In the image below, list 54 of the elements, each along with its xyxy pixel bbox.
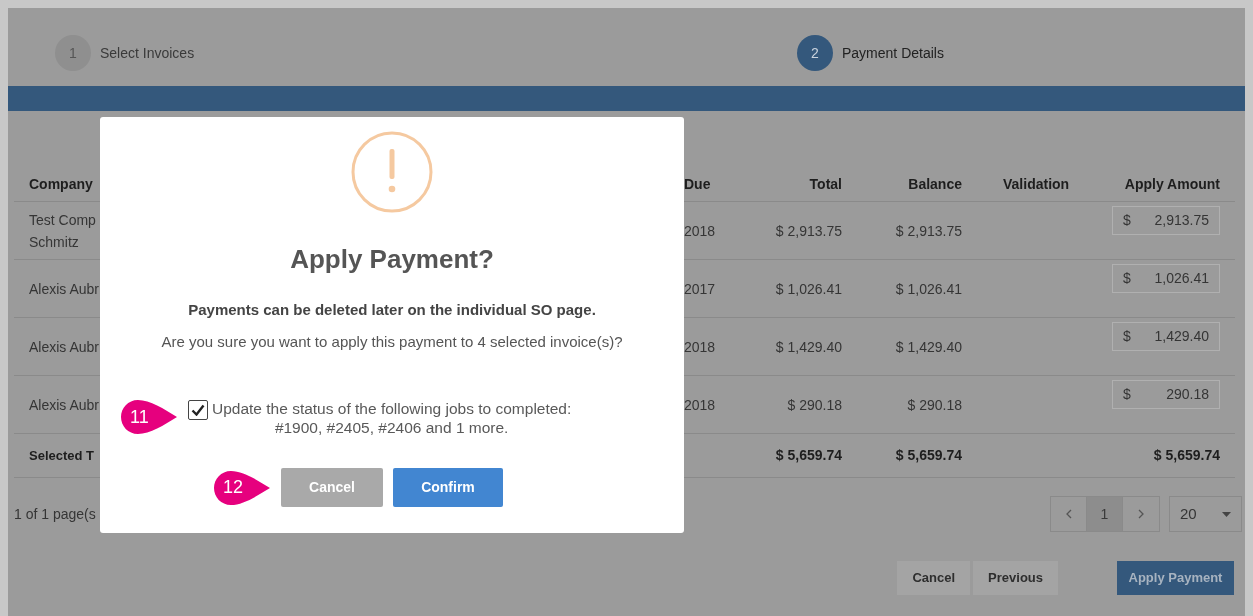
callout-marker: 11	[120, 399, 178, 435]
page-button[interactable]: 1	[1087, 497, 1123, 531]
step-number: 1	[55, 35, 91, 71]
column-header: Due	[684, 176, 711, 192]
dialog-button[interactable]: Confirm	[393, 468, 503, 507]
table-cell: Selected T	[29, 447, 95, 463]
caret-icon	[1222, 511, 1231, 517]
action-button[interactable]: Apply Payment	[1117, 561, 1234, 595]
table-cell-text: Schmitz	[29, 232, 80, 252]
table-cell-text: Test Comp	[29, 210, 97, 230]
column-header: Validation	[1003, 176, 1070, 192]
column-header: Balance	[908, 176, 962, 192]
checkbox[interactable]	[188, 400, 208, 420]
action-button[interactable]: Cancel	[897, 561, 971, 595]
table-cell: $ 2,913.75	[775, 222, 842, 239]
column-header: Total	[809, 176, 842, 192]
table-cell: $ 1,429.40	[775, 338, 842, 355]
chevron-right-icon	[1138, 509, 1144, 519]
table-cell: $ 5,659.74	[895, 447, 962, 463]
table-cell-text: Alexis Aubr	[29, 395, 100, 415]
table-cell: $ 290.18	[907, 396, 962, 413]
table-cell: $ 1,429.40	[895, 338, 962, 355]
table-cell: $ 5,659.74	[1153, 447, 1220, 463]
table-cell: 2017	[684, 280, 716, 297]
step-number: 2	[797, 35, 833, 71]
page-summary: 1 of 1 page(s	[14, 504, 96, 524]
column-header: Company	[29, 176, 93, 192]
table-cell-text: Alexis Aubr	[29, 337, 100, 357]
checkbox-label: Update the status of the following jobs to completed: #1900, #2405, #2406 and 1 more.	[212, 399, 572, 437]
table-cell: $ 5,659.74	[775, 447, 842, 463]
table-cell: 2018	[684, 222, 716, 239]
step-label: Payment Details	[842, 43, 944, 63]
page-size-select[interactable]: 20	[1169, 496, 1242, 532]
chevron-left-icon	[1065, 509, 1072, 519]
dialog-button[interactable]: Cancel	[281, 468, 383, 507]
amount-field[interactable]: $ 1,429.40	[1112, 322, 1220, 351]
amount-field[interactable]: $ 1,026.41	[1112, 264, 1220, 293]
dialog-message: Are you sure you want to apply this payment to 4 selected invoice(s)?	[161, 331, 623, 352]
column-header: Apply Amount	[1124, 176, 1220, 192]
table-cell: 2018	[684, 338, 716, 355]
warning-icon	[351, 131, 433, 213]
dialog-title: Apply Payment?	[290, 243, 494, 276]
step-label: Select Invoices	[100, 43, 195, 63]
amount-field[interactable]: $ 290.18	[1112, 380, 1220, 409]
table-cell: 2018	[684, 396, 716, 413]
table-cell-text: Alexis Aubr	[29, 279, 100, 299]
dialog-note: Payments can be deleted later on the individual SO page.	[188, 300, 596, 320]
callout-marker: 12	[213, 469, 271, 506]
table-cell: $ 1,026.41	[775, 280, 842, 297]
action-button[interactable]: Previous	[973, 561, 1058, 595]
table-cell: $ 1,026.41	[895, 280, 962, 297]
table-cell: $ 290.18	[787, 396, 842, 413]
amount-field[interactable]: $ 2,913.75	[1112, 206, 1220, 235]
table-cell: $ 2,913.75	[895, 222, 962, 239]
